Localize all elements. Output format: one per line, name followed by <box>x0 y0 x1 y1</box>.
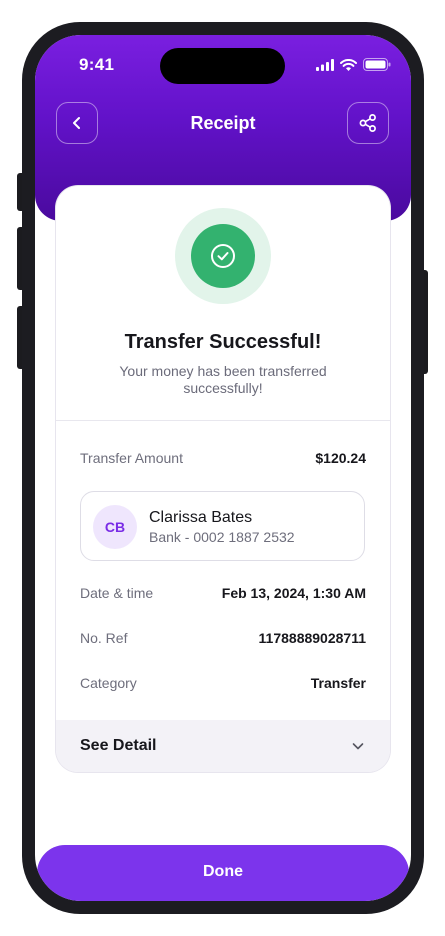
date-time-label: Date & time <box>80 585 154 601</box>
done-button[interactable]: Done <box>37 845 409 901</box>
see-detail-toggle[interactable]: See Detail <box>56 720 390 772</box>
wifi-icon <box>340 58 357 71</box>
transfer-amount-value: $120.24 <box>315 450 366 466</box>
status-time: 9:41 <box>79 55 115 74</box>
date-time-row: Date & time Feb 13, 2024, 1:30 AM <box>80 585 366 601</box>
success-badge <box>191 224 255 288</box>
divider <box>56 420 390 421</box>
category-row: Category Transfer <box>80 675 366 691</box>
avatar: CB <box>93 505 137 549</box>
receipt-card: Transfer Successful! Your money has been… <box>56 186 390 772</box>
transfer-amount-row: Transfer Amount $120.24 <box>80 450 366 466</box>
reference-row: No. Ref 11788889028711 <box>80 630 366 646</box>
check-icon <box>211 244 235 268</box>
category-value: Transfer <box>310 675 366 691</box>
share-button[interactable] <box>347 102 389 144</box>
phone-frame: 9:41 Receipt Transfer Successful! Your m… <box>22 22 424 914</box>
date-time-value: Feb 13, 2024, 1:30 AM <box>221 585 366 601</box>
cellular-icon <box>316 58 334 71</box>
dynamic-island <box>160 48 285 84</box>
recipient-bank: Bank - 0002 1887 2532 <box>149 529 295 545</box>
chevron-down-icon <box>352 743 364 750</box>
success-subtitle: Your money has been transferred successf… <box>119 363 327 396</box>
see-detail-label: See Detail <box>80 737 157 754</box>
reference-value: 11788889028711 <box>258 630 366 646</box>
success-title: Transfer Successful! <box>124 331 322 353</box>
transfer-amount-label: Transfer Amount <box>80 450 183 466</box>
recipient-name: Clarissa Bates <box>149 509 253 526</box>
recipient-card: CB Clarissa Bates Bank - 0002 1887 2532 <box>80 491 365 561</box>
category-label: Category <box>80 675 137 691</box>
status-icons <box>316 58 391 71</box>
reference-label: No. Ref <box>80 630 128 646</box>
phone-mockup: 9:41 Receipt Transfer Successful! Your m… <box>0 0 445 936</box>
screen: 9:41 Receipt Transfer Successful! Your m… <box>35 35 411 901</box>
share-icon <box>359 114 376 132</box>
battery-icon <box>363 58 391 71</box>
